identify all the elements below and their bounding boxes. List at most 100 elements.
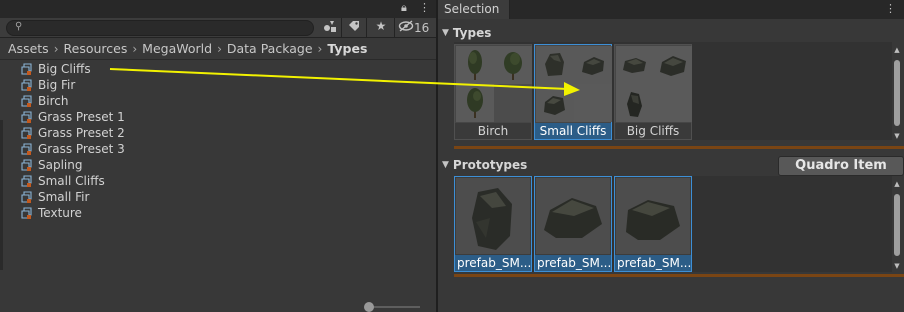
type-card-label: Birch — [455, 123, 531, 139]
rock-thumbnail — [574, 46, 612, 84]
type-card-big-cliffs[interactable]: Big Cliffs — [614, 44, 692, 140]
type-card-label: Big Cliffs — [615, 123, 691, 139]
editor-window: 🔒︎ ⋮ ⚲ ★ 16 Assets › Resources › MegaWor… — [0, 0, 904, 312]
types-section-header[interactable]: ▼ Types — [442, 24, 491, 42]
project-browser-header: 🔒︎ ⋮ — [0, 0, 436, 18]
list-item[interactable]: Grass Preset 1 — [20, 109, 420, 125]
scroll-up-icon[interactable]: ▲ — [892, 46, 902, 54]
chevron-right-icon: › — [53, 41, 59, 56]
chevron-right-icon: › — [217, 41, 222, 56]
list-item-label: Small Fir — [38, 190, 90, 204]
project-browser: 🔒︎ ⋮ ⚲ ★ 16 Assets › Resources › MegaWor… — [0, 0, 436, 312]
chevron-right-icon: › — [132, 41, 138, 56]
prototypes-grid: prefab_SM... prefab_SM... prefab_SM... — [454, 176, 892, 272]
zoom-slider-thumb[interactable] — [364, 302, 374, 312]
hidden-package-count: 16 — [414, 21, 430, 35]
list-item-label: Small Cliffs — [38, 174, 105, 188]
list-item-label: Big Fir — [38, 78, 76, 92]
scroll-down-icon[interactable]: ▼ — [892, 262, 902, 270]
types-section-title: Types — [452, 26, 492, 40]
list-item[interactable]: Grass Preset 2 — [20, 125, 420, 141]
section-separator[interactable] — [454, 274, 904, 277]
lock-icon[interactable]: 🔒︎ — [401, 1, 411, 15]
toolbar-divider — [394, 18, 395, 38]
prototype-card[interactable]: prefab_SM... — [454, 176, 532, 272]
breadcrumb-item[interactable]: Data Package — [227, 41, 313, 56]
scriptable-object-icon — [20, 158, 34, 172]
prototype-label: prefab_SM... — [535, 255, 611, 271]
types-scrollbar[interactable]: ▲ ▼ — [892, 46, 902, 140]
rock-thumbnail — [616, 46, 654, 84]
section-separator[interactable] — [454, 146, 904, 149]
type-card-birch[interactable]: Birch — [454, 44, 532, 140]
prototypes-scrollbar[interactable]: ▲ ▼ — [892, 180, 902, 270]
tree-thumbnail — [456, 84, 494, 122]
breadcrumb-item[interactable]: MegaWorld — [142, 41, 212, 56]
rock-thumbnail — [616, 178, 690, 254]
scriptable-object-icon — [20, 190, 34, 204]
breadcrumb-item[interactable]: Resources — [64, 41, 128, 56]
scriptable-object-icon — [20, 62, 34, 76]
tree-thumbnail — [494, 46, 532, 84]
type-card-small-cliffs[interactable]: Small Cliffs — [534, 44, 612, 140]
quadro-item-button[interactable]: Quadro Item — [778, 156, 904, 176]
project-toolbar: ⚲ ★ 16 — [0, 18, 436, 38]
tab-bar: Selection ⋮ — [438, 0, 904, 19]
list-item-label: Texture — [38, 206, 82, 220]
scrollbar-thumb[interactable] — [894, 60, 900, 126]
scriptable-object-icon — [20, 110, 34, 124]
list-item[interactable]: Big Fir — [20, 77, 420, 93]
scriptable-object-icon — [20, 174, 34, 188]
selection-window: Selection ⋮ ▼ Types Birch Small Cliffs B… — [438, 0, 904, 312]
list-item-label: Birch — [38, 94, 69, 108]
toolbar-divider — [366, 18, 367, 38]
rock-thumbnail — [536, 178, 610, 254]
list-item[interactable]: Small Cliffs — [20, 173, 420, 189]
scroll-down-icon[interactable]: ▼ — [892, 132, 902, 140]
list-item[interactable]: Texture — [20, 205, 420, 221]
tab-selection[interactable]: Selection — [438, 0, 510, 19]
list-item-label: Grass Preset 1 — [38, 110, 125, 124]
breadcrumb-item[interactable]: Assets — [8, 41, 49, 56]
rock-thumbnail — [536, 84, 574, 122]
list-item[interactable]: Grass Preset 3 — [20, 141, 420, 157]
scriptable-object-icon — [20, 126, 34, 140]
triangle-down-icon: ▼ — [442, 28, 449, 38]
breadcrumb: Assets › Resources › MegaWorld › Data Pa… — [0, 38, 436, 60]
list-item[interactable]: Small Fir — [20, 189, 420, 205]
prototypes-section-header[interactable]: ▼ Prototypes — [442, 156, 527, 174]
tree-thumbnail — [456, 46, 494, 84]
rock-thumbnail — [654, 46, 692, 84]
rock-thumbnail — [616, 84, 654, 122]
list-item[interactable]: Birch — [20, 93, 420, 109]
search-input[interactable]: ⚲ — [6, 20, 314, 36]
prototype-card[interactable]: prefab_SM... — [534, 176, 612, 272]
breadcrumb-item-current: Types — [327, 41, 368, 56]
scroll-up-icon[interactable]: ▲ — [892, 180, 902, 188]
list-item[interactable]: Sapling — [20, 157, 420, 173]
type-card-label: Small Cliffs — [535, 123, 611, 139]
scrollbar-thumb[interactable] — [894, 194, 900, 256]
list-item[interactable]: Big Cliffs — [20, 61, 420, 77]
rock-thumbnail — [456, 178, 530, 254]
kebab-menu-icon[interactable]: ⋮ — [419, 1, 430, 15]
toolbar-divider — [341, 18, 342, 38]
list-item-label: Grass Preset 2 — [38, 126, 125, 140]
triangle-down-icon: ▼ — [442, 160, 449, 170]
kebab-menu-icon[interactable]: ⋮ — [885, 2, 896, 15]
asset-list: Big Cliffs Big Fir Birch Grass Preset 1 Gras… — [20, 61, 420, 221]
star-icon[interactable]: ★ — [370, 19, 392, 36]
scriptable-object-icon — [20, 142, 34, 156]
zoom-slider-track[interactable] — [368, 306, 420, 308]
filter-by-label-icon[interactable] — [344, 19, 364, 36]
empty-thumbnail — [654, 84, 692, 122]
filter-by-type-icon[interactable] — [320, 19, 340, 36]
types-grid: Birch Small Cliffs Big Cliffs — [454, 42, 892, 140]
list-item-label: Big Cliffs — [38, 62, 91, 76]
left-scrollbar[interactable] — [0, 120, 3, 270]
prototype-label: prefab_SM... — [615, 255, 691, 271]
prototype-card[interactable]: prefab_SM... — [614, 176, 692, 272]
list-item-label: Sapling — [38, 158, 83, 172]
scriptable-object-icon — [20, 94, 34, 108]
eye-slash-icon[interactable] — [398, 19, 414, 36]
